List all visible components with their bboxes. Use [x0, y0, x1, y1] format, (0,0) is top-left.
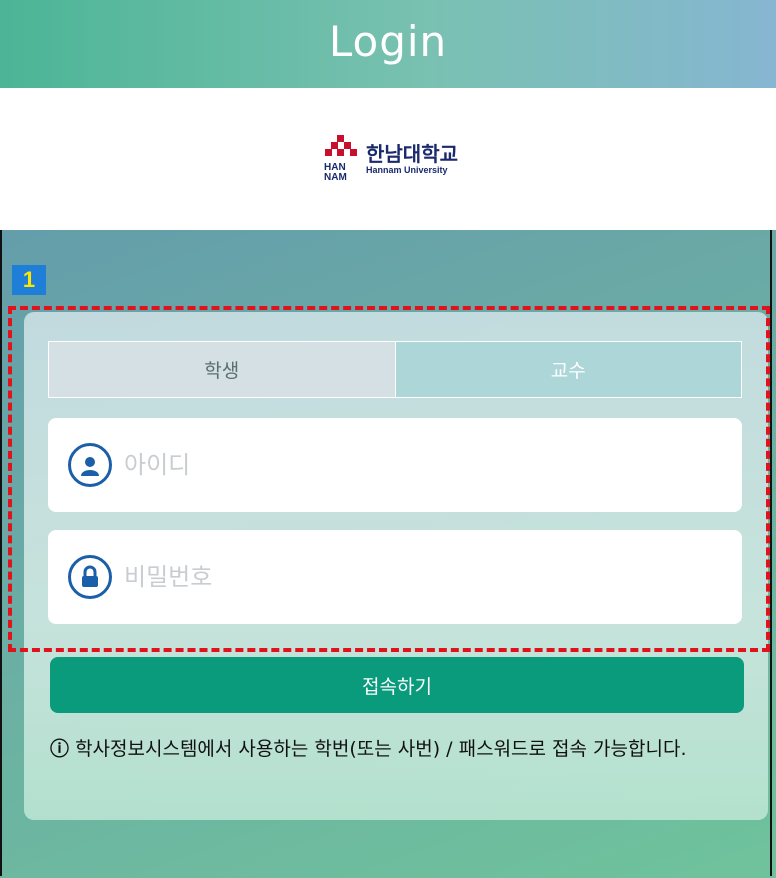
user-type-tabs: 학생 교수 [48, 341, 742, 398]
logo-tower-icon [325, 135, 357, 156]
page-header: Login [0, 0, 776, 88]
password-input[interactable] [122, 562, 686, 592]
logo-band: HAN NAM 한남대학교 Hannam University [0, 88, 776, 230]
tab-professor[interactable]: 교수 [394, 342, 741, 397]
notice-text: 학사정보시스템에서 사용하는 학번(또는 사번) / 패스워드로 접속 가능합니… [75, 738, 687, 760]
login-button[interactable]: 접속하기 [50, 657, 744, 713]
login-notice: ⓘ 학사정보시스템에서 사용하는 학번(또는 사번) / 패스워드로 접속 가능… [50, 733, 750, 765]
tab-student[interactable]: 학생 [49, 342, 395, 397]
university-logo: HAN NAM 한남대학교 Hannam University [324, 135, 458, 183]
lock-icon [68, 555, 112, 599]
page-title: Login [328, 16, 448, 66]
university-logo-mark: HAN NAM [324, 135, 358, 183]
annotation-badge: 1 [12, 265, 46, 295]
user-icon [68, 443, 112, 487]
password-field[interactable] [48, 530, 742, 624]
id-input[interactable] [122, 450, 686, 480]
id-field[interactable] [48, 418, 742, 512]
university-name-english: Hannam University [366, 165, 448, 175]
info-icon: ⓘ [50, 738, 70, 760]
university-name-korean: 한남대학교 [366, 142, 458, 166]
